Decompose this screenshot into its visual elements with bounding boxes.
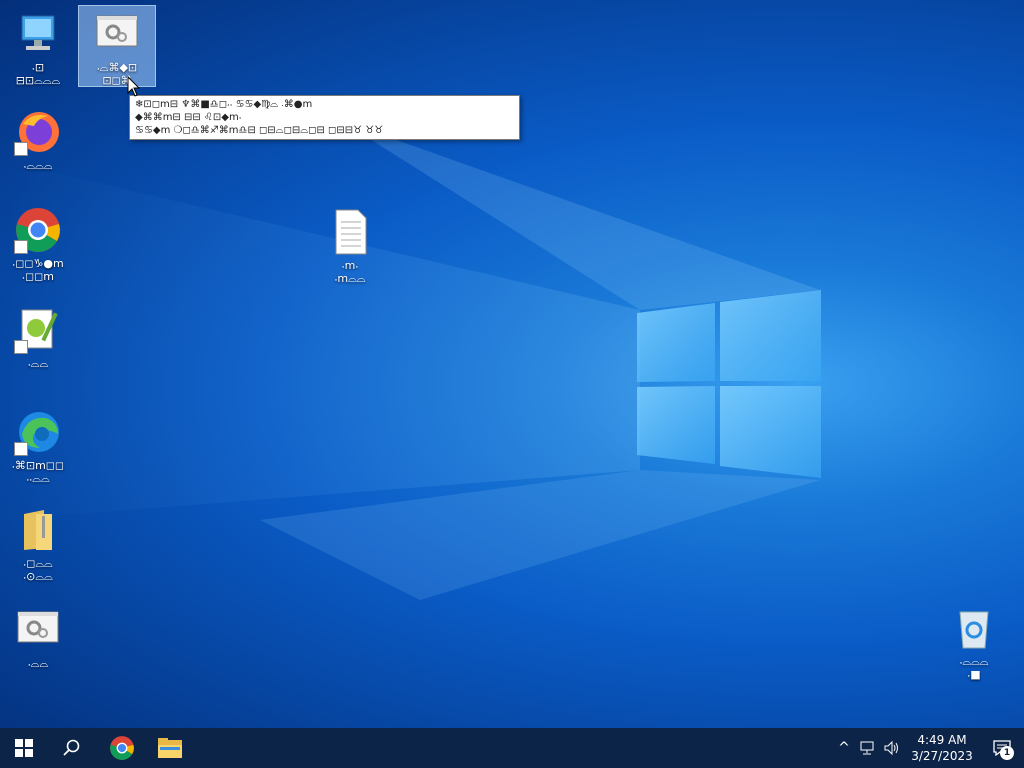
desktop-icon-label: ⸳⊡ ⊟⊡⌓⌓⌓ — [15, 61, 61, 87]
computer-icon — [14, 10, 62, 58]
shortcut-arrow-icon — [14, 442, 28, 456]
firefox-icon — [14, 108, 62, 156]
mouse-cursor-icon — [127, 76, 141, 97]
shortcut-arrow-icon — [14, 142, 28, 156]
taskbar-chrome-button[interactable] — [98, 728, 146, 768]
chrome-icon — [14, 206, 62, 254]
taskbar: ^ 4:49 AM 3/27/2023 1 — [0, 728, 1024, 768]
notepad-plus-plus-icon — [14, 306, 62, 354]
desktop-icon-label: ⸳◻◻♑●ⅿ ⸳◻◻ⅿ — [12, 257, 64, 283]
action-center-button[interactable]: 1 — [980, 728, 1024, 768]
file-explorer-icon — [158, 738, 182, 758]
desktop-icon-folder[interactable]: ⸳◻⌓⌓ ⸳⊙⌓⌓ — [0, 502, 76, 583]
settings-window-icon — [14, 606, 62, 654]
speaker-icon — [884, 741, 898, 755]
desktop-icon-control-panel[interactable]: ⸳⌓⌘◆⊡ ⊡◻⌘ — [78, 5, 156, 87]
taskbar-file-explorer-button[interactable] — [146, 728, 194, 768]
desktop-icon-edge[interactable]: ⸳⌘⊡ⅿ◻◻ ⸳⸳⌓⌓ — [0, 404, 76, 485]
network-button[interactable] — [856, 728, 880, 768]
shortcut-arrow-icon — [14, 340, 28, 354]
desktop-icon-chrome[interactable]: ⸳◻◻♑●ⅿ ⸳◻◻ⅿ — [0, 202, 76, 283]
clock-time: 4:49 AM — [917, 733, 967, 747]
desktop-icon-label: ⸳⌘⊡ⅿ◻◻ ⸳⸳⌓⌓ — [11, 459, 65, 485]
recycle-bin-icon — [950, 604, 998, 652]
desktop-icon-label: ⸳ⅿ⸳ ⸳ⅿ⌓⌓ — [334, 259, 366, 285]
search-icon — [63, 739, 80, 756]
desktop-icon-label: ⸳⌓⌓ — [27, 657, 49, 670]
volume-button[interactable] — [880, 728, 904, 768]
chevron-up-icon: ^ — [838, 740, 850, 756]
desktop-icon-recycle-bin[interactable]: ⸳⌓⌓⌓ ⸳■ — [936, 600, 1012, 681]
text-document-icon — [326, 208, 374, 256]
start-button[interactable] — [0, 728, 48, 768]
clock-date: 3/27/2023 — [911, 749, 973, 763]
desktop-icon-label: ⸳⌓⌓⌓ ⸳■ — [959, 655, 989, 681]
desktop-icon-text-document[interactable]: ⸳ⅿ⸳ ⸳ⅿ⌓⌓ — [312, 204, 388, 285]
windows-logo-wallpaper — [637, 290, 821, 478]
zip-folder-icon — [14, 506, 62, 554]
desktop-icon-settings[interactable]: ⸳⌓⌓ — [0, 602, 76, 670]
desktop-icon-label: ⸳◻⌓⌓ ⸳⊙⌓⌓ — [23, 557, 53, 583]
tooltip-line: ◆⌘⌘ⅿ⊟ ⊟⊟ ♌⊡◆ⅿ⸳ — [135, 112, 242, 123]
show-hidden-icons-button[interactable]: ^ — [832, 728, 856, 768]
desktop-icon-label: ⸳⌓⌓ — [27, 357, 49, 370]
edge-icon — [14, 408, 62, 456]
search-button[interactable] — [48, 728, 96, 768]
tooltip-line: ♋♋◆ⅿ ❍◻♎⌘♐⌘ⅿ♎⊟ ◻⊟⌓◻⊟⌓◻⊟ ◻⊟⊟♉ ♉♉ — [135, 125, 384, 136]
desktop-icon-this-pc[interactable]: ⸳⊡ ⊟⊡⌓⌓⌓ — [0, 6, 76, 87]
chrome-icon — [110, 736, 134, 760]
desktop-icon-notepadpp[interactable]: ⸳⌓⌓ — [0, 302, 76, 370]
windows-logo-icon — [15, 739, 33, 757]
clock[interactable]: 4:49 AM 3/27/2023 — [904, 732, 980, 764]
settings-window-icon — [93, 10, 141, 58]
tooltip: ❄⊡◻ⅿ⊟ ♆⌘■♎◻⸳⸳ ♋♋◆♍⌓ ⸳⌘●ⅿ ◆⌘⌘ⅿ⊟ ⊟⊟ ♌⊡◆ⅿ⸳ … — [129, 95, 520, 140]
shortcut-arrow-icon — [14, 240, 28, 254]
notification-count-badge: 1 — [1000, 746, 1014, 760]
network-icon — [860, 741, 874, 755]
desktop-icon-label: ⸳⌓⌓⌓ — [23, 159, 53, 172]
system-tray: ^ 4:49 AM 3/27/2023 1 — [832, 728, 1024, 768]
desktop-icon-firefox[interactable]: ⸳⌓⌓⌓ — [0, 104, 76, 172]
tooltip-line: ❄⊡◻ⅿ⊟ ♆⌘■♎◻⸳⸳ ♋♋◆♍⌓ ⸳⌘●ⅿ — [135, 99, 313, 110]
